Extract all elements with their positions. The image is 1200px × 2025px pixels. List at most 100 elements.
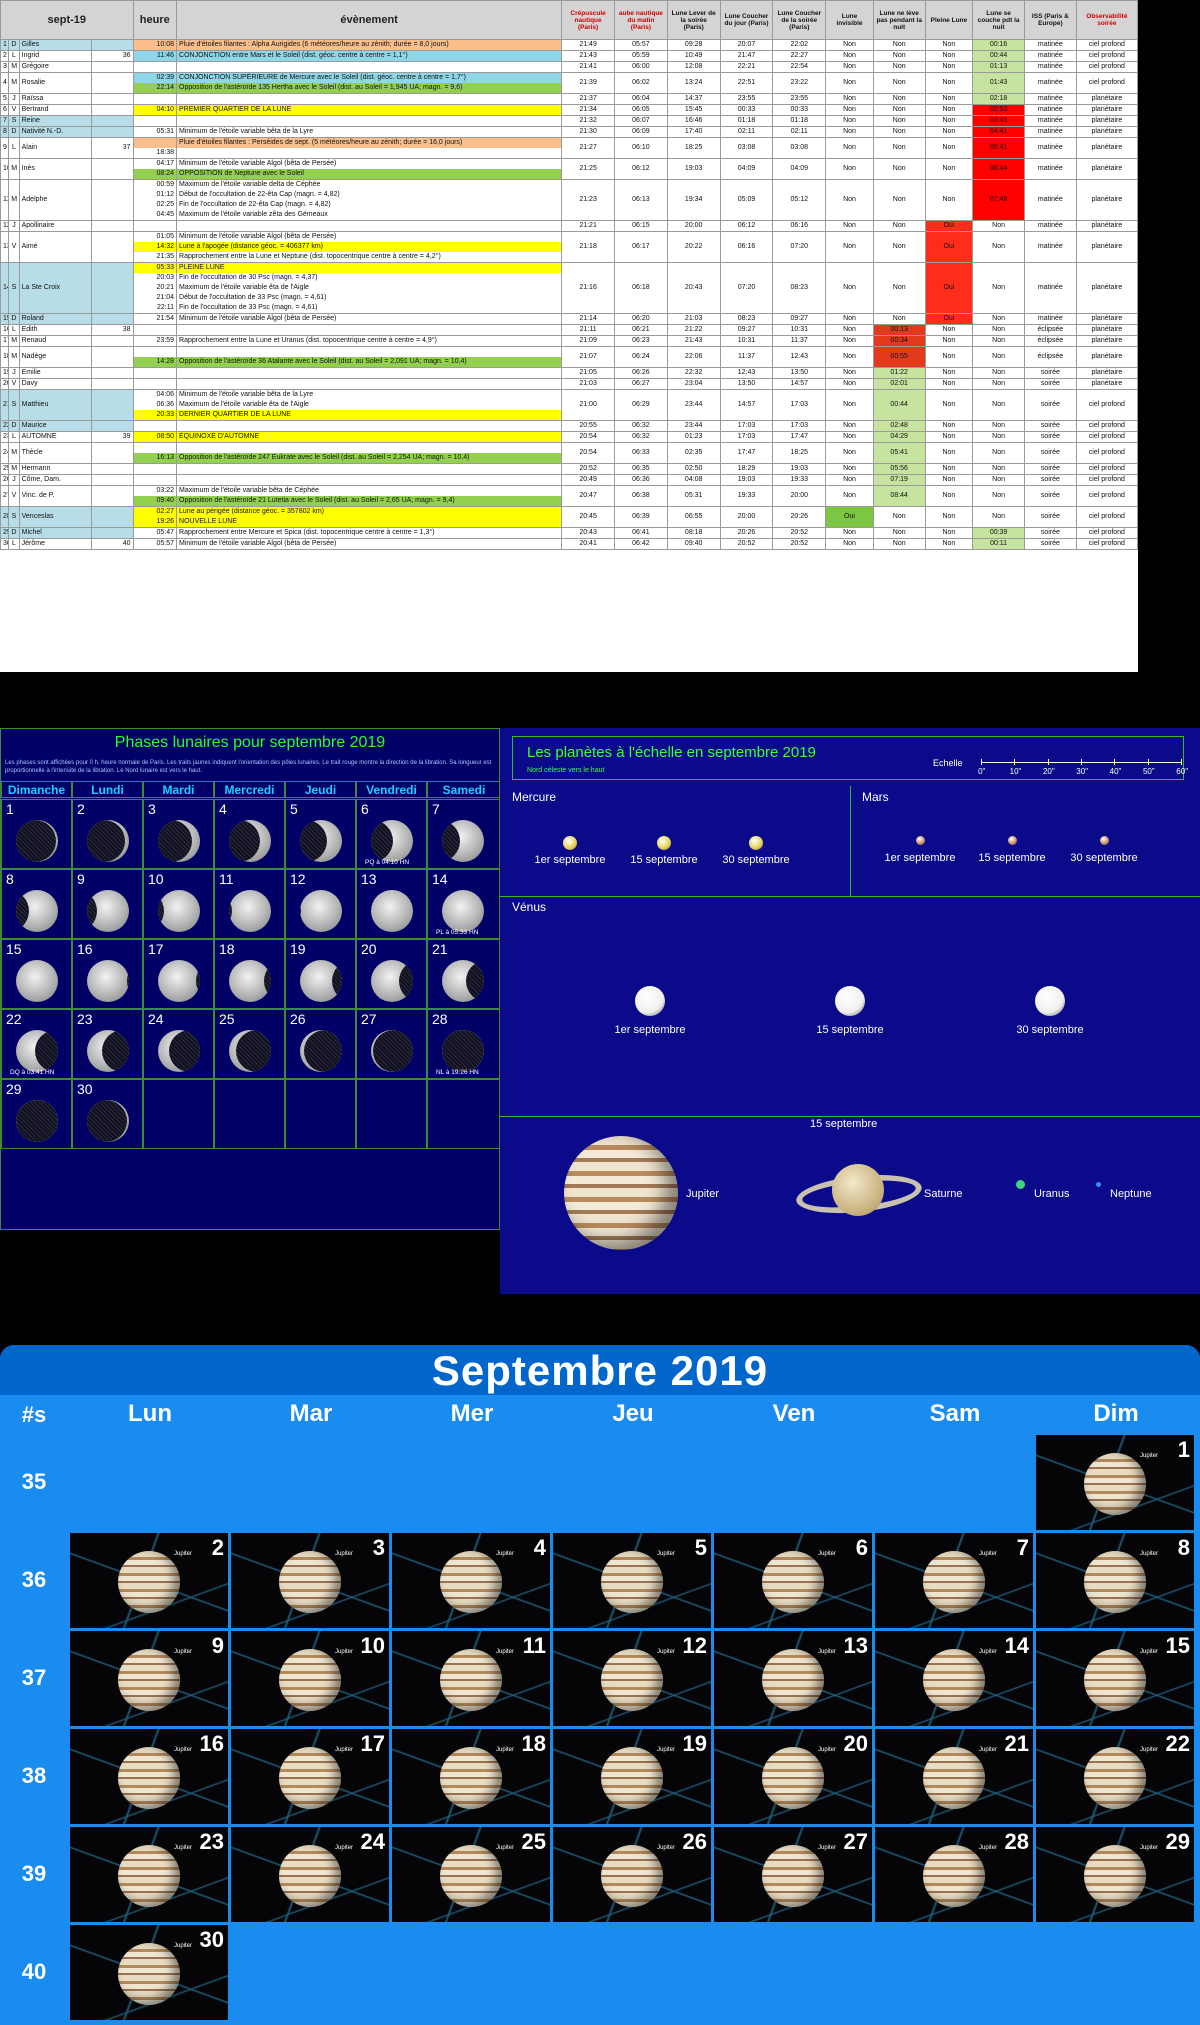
moon-invisible: Non	[825, 313, 874, 325]
day-letter: D	[8, 126, 20, 138]
nautical-dawn: 06:07	[614, 115, 668, 127]
moon-invisible: Non	[825, 538, 874, 550]
full-moon: Non	[924, 474, 974, 486]
event-texts: Minimum de l'étoile variable Algol (bêta…	[176, 158, 563, 180]
calendar-day-cell[interactable]: Jupiter 26	[553, 1827, 711, 1922]
day-letter: J	[8, 93, 20, 105]
calendar-day-cell[interactable]: Jupiter 2	[70, 1533, 228, 1628]
moon-weekday-2: Lundi	[72, 781, 143, 798]
week-number	[91, 179, 134, 221]
calendar-day-cell[interactable]: Jupiter 21	[875, 1729, 1033, 1824]
event-time: 02:27	[134, 507, 176, 517]
iss-visibility: matinée	[1023, 115, 1077, 127]
nautical-dawn: 05:57	[614, 39, 668, 51]
moon-not-rising: 01:22	[872, 367, 926, 379]
calendar-day-cell[interactable]: Jupiter 19	[553, 1729, 711, 1824]
moon-sets-night: 07:48	[972, 179, 1025, 221]
nautical-dusk: 21:32	[561, 115, 615, 127]
event-text: Opposition de l'astéroïde 135 Hertha ave…	[177, 83, 561, 93]
moon-sets-night: Non	[972, 389, 1025, 421]
calendar-day-cell[interactable]: Jupiter 5	[553, 1533, 711, 1628]
moonrise-evening: 12:08	[666, 61, 721, 73]
full-moon: Non	[924, 538, 974, 550]
day-letter: S	[8, 389, 20, 421]
observability: ciel profond	[1075, 431, 1138, 443]
moon-phase-icon	[300, 820, 342, 862]
calendar-day-cell[interactable]: Jupiter 4	[392, 1533, 550, 1628]
calendar-day-cell[interactable]: Jupiter 24	[231, 1827, 389, 1922]
calendar-day-cell[interactable]: Jupiter 6	[714, 1533, 872, 1628]
calendar-day-cell[interactable]: Jupiter 7	[875, 1533, 1033, 1628]
moon-shadow	[264, 960, 271, 1002]
calendar-day-cell[interactable]: Jupiter 1	[1036, 1435, 1194, 1530]
nautical-dawn: 06:33	[614, 442, 668, 464]
moon-day-cell	[285, 1079, 356, 1149]
event-text: Lune à l'apogée (distance géoc. = 406377…	[177, 242, 561, 252]
saturn-disc	[832, 1164, 884, 1216]
calendar-day-cell[interactable]: Jupiter 11	[392, 1631, 550, 1726]
observability: planétaire	[1075, 93, 1138, 105]
calendar-day-cell[interactable]: Jupiter 23	[70, 1827, 228, 1922]
full-moon: Non	[924, 158, 974, 180]
iss-visibility: soirée	[1023, 420, 1077, 432]
nautical-dusk: 20:52	[561, 463, 615, 475]
calendar-day-cell[interactable]: Jupiter 25	[392, 1827, 550, 1922]
event-time: 21:54	[156, 315, 175, 322]
calendar-day-cell[interactable]: Jupiter 18	[392, 1729, 550, 1824]
week-number	[91, 158, 134, 180]
week-number	[91, 506, 134, 528]
nautical-dusk: 21:39	[561, 72, 615, 94]
calendar-day-cell[interactable]: Jupiter 9	[70, 1631, 228, 1726]
moonset-day: 17:03	[719, 431, 774, 443]
saint-name: Gilles	[18, 39, 93, 51]
calendar-day-cell[interactable]: Jupiter 28	[875, 1827, 1033, 1922]
moon-phase-icon	[87, 960, 129, 1002]
calendar-day-number: 16	[199, 1731, 224, 1756]
calendar-day-cell[interactable]: Jupiter 30	[70, 1925, 228, 2020]
calendar-day-cell[interactable]: Jupiter 14	[875, 1631, 1033, 1726]
col-header-lune-invisible: Lune invisible	[825, 0, 874, 40]
calendar-day-number: 23	[199, 1829, 224, 1854]
calendar-day-number: 13	[843, 1633, 868, 1658]
calendar-day-cell[interactable]: Jupiter 16	[70, 1729, 228, 1824]
observability: planétaire	[1075, 115, 1138, 127]
moon-day-cell: 18	[214, 939, 285, 1009]
calendar-day-cell[interactable]: Jupiter 8	[1036, 1533, 1194, 1628]
calendar-day-cell[interactable]: Jupiter 12	[553, 1631, 711, 1726]
calendar-day-number: 17	[360, 1731, 385, 1756]
moonrise-evening: 23:44	[666, 389, 721, 421]
week-number-header: #s	[21, 1402, 47, 1427]
event-text: Minimum de l'étoile variable Algol (bêta…	[179, 315, 337, 322]
jupiter-icon	[923, 1649, 985, 1711]
event-times: 04:06 06:36 20:33	[132, 389, 178, 421]
table-row: 13VAimé 01:05 14:3221:35 Minimum de l'étoil…	[0, 231, 1138, 263]
nautical-dusk: 21:27	[561, 137, 615, 159]
calendar-day-cell[interactable]: Jupiter 15	[1036, 1631, 1194, 1726]
scale-tick	[1014, 759, 1016, 765]
event-time	[134, 369, 175, 378]
calendar-day-cell[interactable]: Jupiter 17	[231, 1729, 389, 1824]
day-letter: J	[8, 367, 20, 379]
col-header-aube: aube nautique du matin (Paris)	[614, 0, 668, 40]
calendar-weekday-5: Ven	[772, 1400, 816, 1427]
event-text	[178, 380, 561, 389]
jupiter-label: Jupiter	[174, 1747, 193, 1753]
moonrise-evening: 17:40	[666, 126, 721, 138]
event-times: 10:08	[132, 39, 178, 51]
event-texts	[176, 420, 563, 432]
calendar-day-cell[interactable]: Jupiter 3	[231, 1533, 389, 1628]
day-number: 11	[0, 179, 10, 221]
moon-invisible: Non	[825, 179, 874, 221]
calendar-day-cell[interactable]: Jupiter 20	[714, 1729, 872, 1824]
day-number: 8	[0, 126, 10, 138]
event-time: 08:24	[134, 169, 176, 179]
moon-weekday-1: Dimanche	[1, 781, 72, 798]
calendar-day-cell[interactable]: Jupiter 22	[1036, 1729, 1194, 1824]
calendar-day-cell[interactable]: Jupiter 13	[714, 1631, 872, 1726]
moonset-evening: 20:00	[772, 485, 827, 507]
calendar-day-cell[interactable]: Jupiter 10	[231, 1631, 389, 1726]
calendar-day-cell[interactable]: Jupiter 29	[1036, 1827, 1194, 1922]
week-number: 40	[21, 1959, 47, 1984]
moon-phases-title: Phases lunaires pour septembre 2019	[114, 734, 386, 751]
calendar-day-cell[interactable]: Jupiter 27	[714, 1827, 872, 1922]
